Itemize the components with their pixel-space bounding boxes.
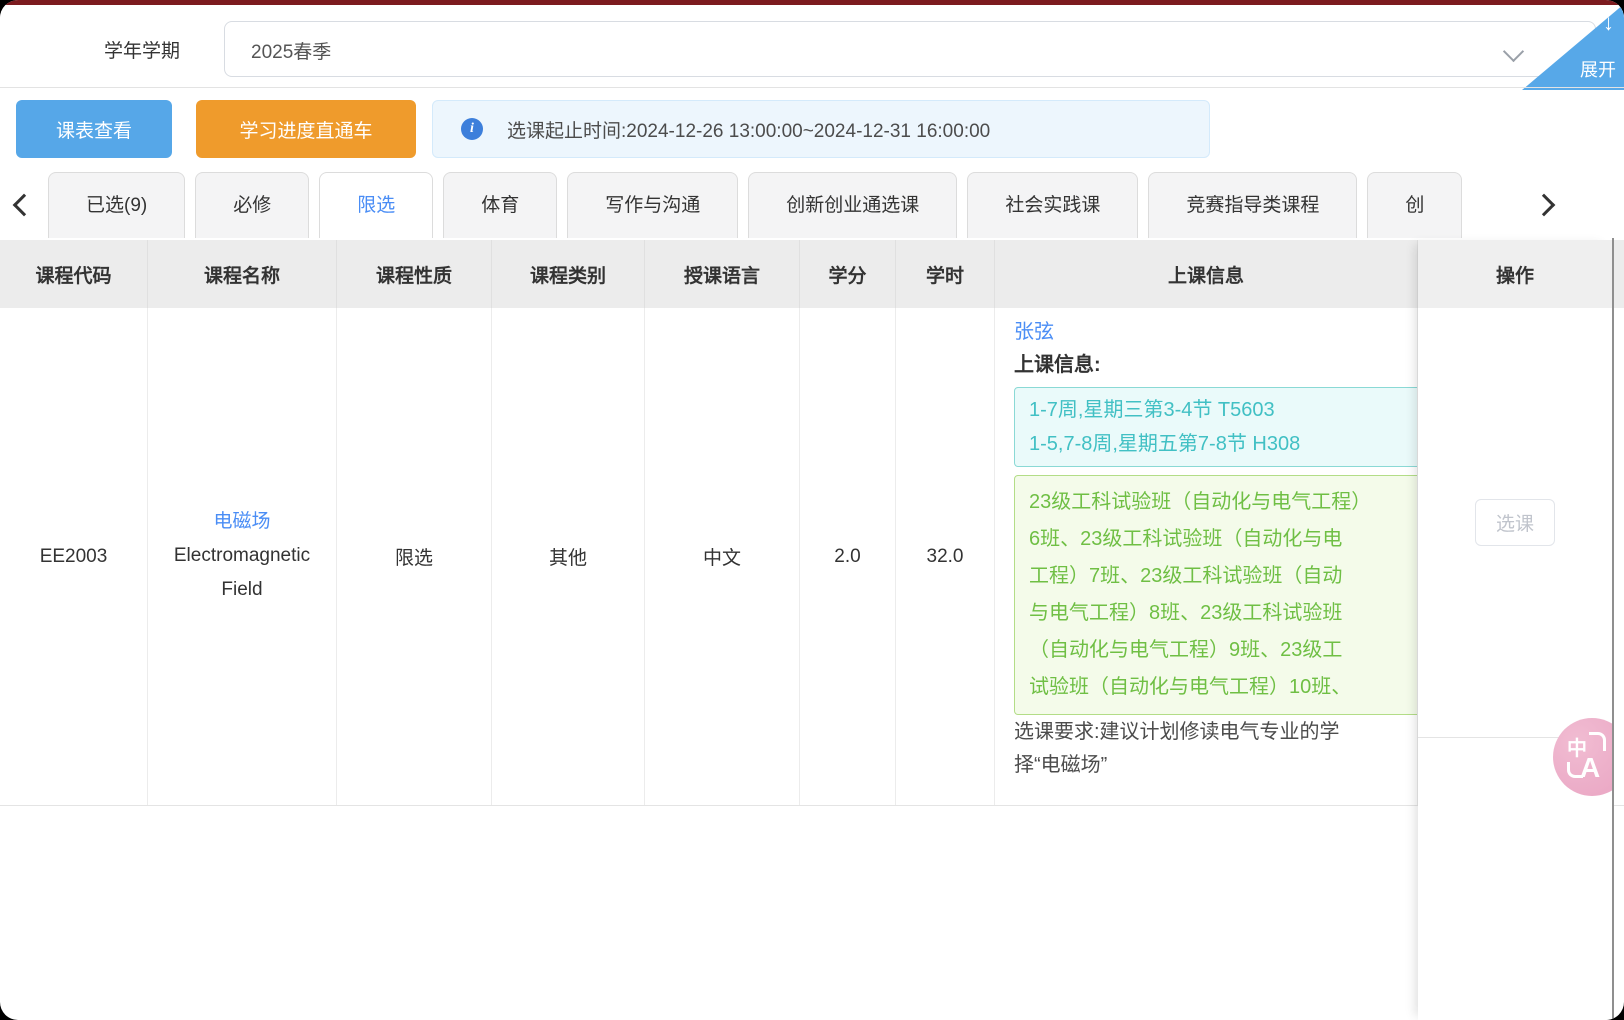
class-line: 6班、23级工科试验班（自动化与电 — [1029, 521, 1418, 558]
class-line: 与电气工程）8班、23级工科试验班 — [1029, 595, 1418, 632]
semester-select-value: 2025春季 — [251, 37, 331, 64]
cell-class-info: 张弦 上课信息: 1-7周,星期三第3-4节 T5603 1-5,7-8周,星期… — [995, 308, 1418, 805]
semester-bar: 学年学期 2025春季 — [0, 5, 1624, 87]
chevron-down-icon — [1503, 41, 1524, 62]
class-line: 工程）7班、23级工科试验班（自动 — [1029, 558, 1418, 595]
schedule-box: 1-7周,星期三第3-4节 T5603 1-5,7-8周,星期五第7-8节 H3… — [1014, 387, 1418, 467]
translate-icon-bracket — [1589, 732, 1606, 751]
class-line: 试验班（自动化与电气工程）10班、 — [1029, 669, 1418, 706]
translate-icon-arc — [1567, 762, 1583, 778]
target-classes-box: 23级工科试验班（自动化与电气工程） 6班、23级工科试验班（自动化与电 工程）… — [1014, 475, 1418, 715]
header-credits: 学分 — [800, 240, 896, 308]
header-course-name: 课程名称 — [148, 240, 337, 308]
cell-course-nature: 限选 — [337, 308, 492, 805]
tab-competition-guidance[interactable]: 竞赛指导类课程 — [1148, 172, 1357, 238]
header-class-info: 上课信息 — [995, 240, 1418, 308]
semester-label: 学年学期 — [104, 36, 180, 63]
header-hours: 学时 — [896, 240, 995, 308]
cell-course-code: EE2003 — [0, 308, 148, 805]
cell-credits: 2.0 — [800, 308, 896, 805]
course-selection-window: 学年学期 2025春季 ↓ 展开 课表查看 学习进度直通车 i 选课起止时间:2… — [0, 0, 1624, 1020]
category-tabs: 已选(9) 必修 限选 体育 写作与沟通 创新创业通选课 社会实践课 竞赛指导类… — [0, 172, 1624, 238]
selection-time-text: 选课起止时间:2024-12-26 13:00:00~2024-12-31 16… — [507, 116, 990, 143]
schedule-line: 1-5,7-8周,星期五第7-8节 H308 — [1029, 427, 1418, 461]
table-header-row: 课程代码 课程名称 课程性质 课程类别 授课语言 学分 学时 上课信息 — [0, 240, 1624, 308]
expand-label: 展开 — [1580, 56, 1616, 82]
tabs-scroll-left-button[interactable] — [0, 172, 48, 238]
class-line: （自动化与电气工程）9班、23级工 — [1029, 632, 1418, 669]
view-timetable-button[interactable]: 课表查看 — [16, 100, 172, 158]
cell-hours: 32.0 — [896, 308, 995, 805]
tab-pe[interactable]: 体育 — [443, 172, 557, 238]
course-name-link[interactable]: 电磁场 — [213, 506, 270, 533]
header-divider — [0, 87, 1624, 88]
tab-innovation-electives[interactable]: 创新创业通选课 — [748, 172, 957, 238]
translate-icon-letter: A — [1580, 752, 1600, 784]
header-course-nature: 课程性质 — [337, 240, 492, 308]
header-course-code: 课程代码 — [0, 240, 148, 308]
tabs-strip: 已选(9) 必修 限选 体育 写作与沟通 创新创业通选课 社会实践课 竞赛指导类… — [48, 172, 1524, 238]
operation-fixed-column: 操作 选课 — [1418, 240, 1612, 1020]
chevron-left-icon — [13, 194, 36, 217]
cell-operation: 选课 — [1418, 308, 1612, 738]
cell-language: 中文 — [645, 308, 800, 805]
tab-writing-communication[interactable]: 写作与沟通 — [567, 172, 738, 238]
teacher-link[interactable]: 张弦 — [1014, 316, 1054, 348]
cell-course-category: 其他 — [492, 308, 645, 805]
header-course-category: 课程类别 — [492, 240, 645, 308]
tab-overflow-clipped[interactable]: 创 — [1367, 172, 1462, 238]
translate-button-wrap: 中 A — [1500, 700, 1612, 820]
tab-restricted[interactable]: 限选 — [319, 172, 433, 238]
course-name-english: Electromagnetic Field — [167, 539, 317, 607]
scrollbar-track[interactable] — [1612, 238, 1614, 1020]
schedule-line: 1-7周,星期三第3-4节 T5603 — [1029, 393, 1418, 427]
class-line: 23级工科试验班（自动化与电气工程） — [1029, 484, 1418, 521]
select-course-button[interactable]: 选课 — [1475, 499, 1555, 546]
tabs-scroll-right-button[interactable] — [1524, 172, 1624, 238]
requirement-line: 择“电磁场” — [1014, 750, 1107, 781]
tab-selected-courses[interactable]: 已选(9) — [48, 172, 185, 238]
tab-social-practice[interactable]: 社会实践课 — [967, 172, 1138, 238]
progress-shortcut-button[interactable]: 学习进度直通车 — [196, 100, 416, 158]
class-info-label: 上课信息: — [1014, 348, 1101, 382]
header-language: 授课语言 — [645, 240, 800, 308]
tab-required[interactable]: 必修 — [195, 172, 309, 238]
selection-time-notice: i 选课起止时间:2024-12-26 13:00:00~2024-12-31 … — [432, 100, 1210, 158]
translate-button[interactable]: 中 A — [1553, 718, 1612, 796]
semester-select[interactable]: 2025春季 — [224, 21, 1596, 77]
header-operation: 操作 — [1418, 240, 1612, 308]
requirement-line: 选课要求:建议计划修读电气专业的学 — [1014, 717, 1340, 748]
table-row: EE2003 电磁场 Electromagnetic Field 限选 其他 中… — [0, 308, 1624, 806]
info-icon: i — [461, 118, 483, 140]
course-table: 课程代码 课程名称 课程性质 课程类别 授课语言 学分 学时 上课信息 EE20… — [0, 240, 1624, 806]
cell-course-name: 电磁场 Electromagnetic Field — [148, 308, 337, 805]
chevron-right-icon — [1533, 194, 1556, 217]
